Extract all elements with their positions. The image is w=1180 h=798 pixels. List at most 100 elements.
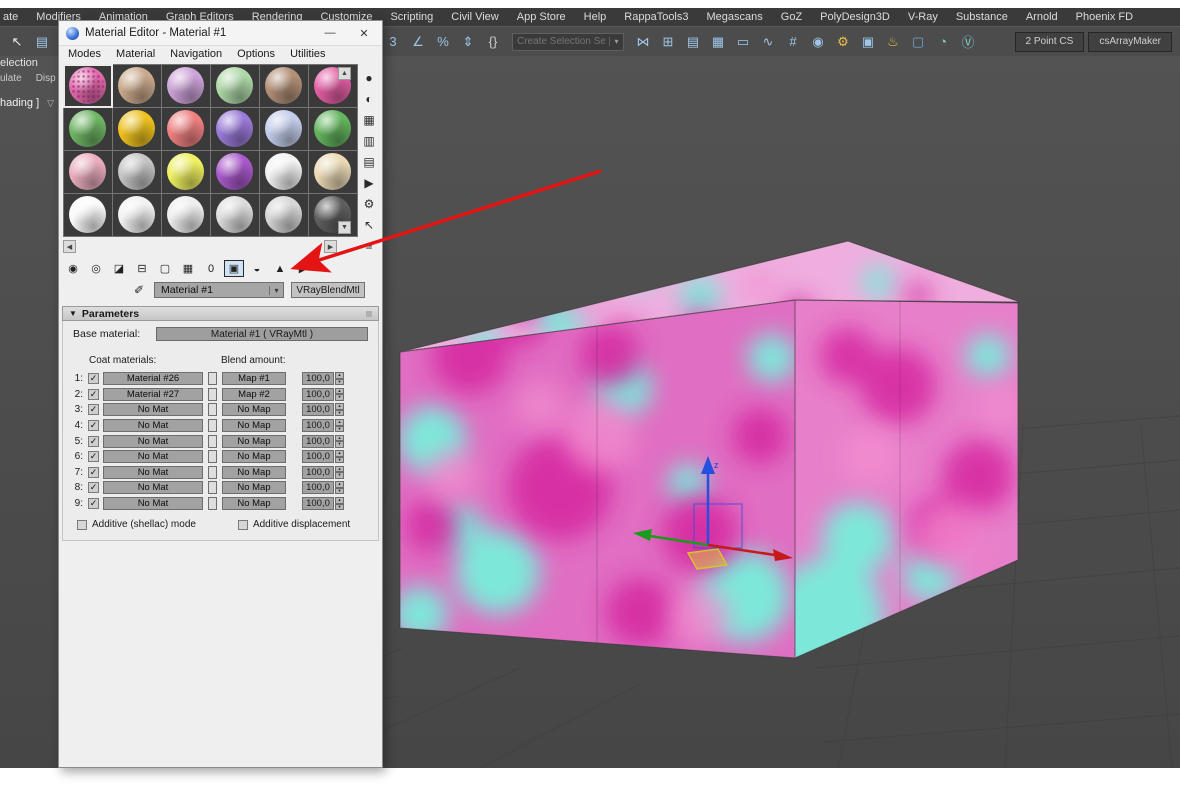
left-panel-tab-fragment-2[interactable]: Disp: [36, 73, 56, 84]
sample-slot-10[interactable]: [211, 108, 259, 150]
sample-slot-21[interactable]: [162, 194, 210, 236]
pick-material-from-object-icon[interactable]: ✐: [131, 283, 147, 297]
coat-color-swatch[interactable]: [208, 450, 217, 463]
sample-slot-2[interactable]: [113, 65, 161, 107]
menu-arnold[interactable]: Arnold: [1017, 11, 1067, 23]
slot-scroll-left-button[interactable]: ◀: [63, 240, 76, 253]
blend-amount-field[interactable]: 100,0▴▾: [302, 372, 344, 385]
curve-editor-icon[interactable]: ∿: [757, 31, 779, 53]
sample-slot-16[interactable]: [211, 151, 259, 193]
material-editor-window[interactable]: Material Editor - Material #1 — ✕ ModesM…: [58, 20, 383, 768]
selection-set-combo[interactable]: ▾: [512, 33, 624, 51]
sample-slot-17[interactable]: [260, 151, 308, 193]
sample-slot-8[interactable]: [113, 108, 161, 150]
blend-amount-spinner[interactable]: ▴▾: [335, 419, 344, 432]
coat-enable-checkbox[interactable]: ✓: [88, 467, 99, 478]
go-to-parent-icon[interactable]: ▲: [270, 260, 290, 277]
make-material-copy-icon[interactable]: ▢: [155, 260, 175, 277]
coat-map-button[interactable]: No Map: [222, 450, 286, 463]
menu-goz[interactable]: GoZ: [772, 11, 811, 23]
rendered-frame-window-icon[interactable]: ▣: [857, 31, 879, 53]
coat-material-button[interactable]: No Mat: [103, 466, 203, 479]
material-editor-titlebar[interactable]: Material Editor - Material #1 — ✕: [59, 21, 382, 46]
spinner-down-icon[interactable]: ▾: [335, 457, 344, 464]
delete-material-icon[interactable]: ⊟: [132, 260, 152, 277]
coat-map-button[interactable]: No Map: [222, 481, 286, 494]
filter-icon[interactable]: ▽: [47, 98, 54, 109]
coat-material-button[interactable]: No Mat: [103, 497, 203, 510]
assign-material-to-selection-icon[interactable]: ◪: [109, 260, 129, 277]
toggle-scene-explorer-icon[interactable]: ▤: [682, 31, 704, 53]
select-by-material-icon[interactable]: ↖: [360, 216, 378, 234]
spinner-down-icon[interactable]: ▾: [335, 488, 344, 495]
make-preview-icon[interactable]: ▶: [360, 174, 378, 192]
menu-v-ray[interactable]: V-Ray: [899, 11, 947, 23]
slot-scroll-up-button[interactable]: ▲: [338, 67, 351, 80]
menu-phoenix-fd[interactable]: Phoenix FD: [1067, 11, 1142, 23]
close-button[interactable]: ✕: [350, 27, 378, 40]
material-name-dropdown-icon[interactable]: ▾: [269, 286, 283, 295]
video-color-check-icon[interactable]: ▤: [360, 153, 378, 171]
coat-color-swatch[interactable]: [208, 481, 217, 494]
blend-amount-field[interactable]: 100,0▴▾: [302, 388, 344, 401]
additive-displacement-checkbox[interactable]: [238, 520, 248, 530]
material-editor-icon[interactable]: ◉: [807, 31, 829, 53]
sample-slot-3[interactable]: [162, 65, 210, 107]
coat-material-button[interactable]: No Mat: [103, 419, 203, 432]
edit-named-selection-sets-icon[interactable]: {}: [482, 31, 504, 53]
show-shaded-material-in-viewport-icon[interactable]: ▣: [224, 260, 244, 277]
sample-slot-22[interactable]: [211, 194, 259, 236]
sample-slot-11[interactable]: [260, 108, 308, 150]
blend-amount-field[interactable]: 100,0▴▾: [302, 403, 344, 416]
mirror-icon[interactable]: ⋈: [632, 31, 654, 53]
spinner-down-icon[interactable]: ▾: [335, 504, 344, 511]
menu-help[interactable]: Help: [575, 11, 616, 23]
material-id-channel-icon[interactable]: 0: [201, 260, 221, 277]
blend-amount-field[interactable]: 100,0▴▾: [302, 419, 344, 432]
get-material-icon[interactable]: ◉: [63, 260, 83, 277]
vray-frame-buffer-icon[interactable]: ◔: [932, 31, 954, 53]
coat-color-swatch[interactable]: [208, 388, 217, 401]
spinner-down-icon[interactable]: ▾: [335, 426, 344, 433]
sample-slot-12[interactable]: [309, 108, 357, 150]
blend-amount-field[interactable]: 100,0▴▾: [302, 450, 344, 463]
blend-amount-field[interactable]: 100,0▴▾: [302, 497, 344, 510]
menu-rappatools3[interactable]: RappaTools3: [615, 11, 697, 23]
material-type-button[interactable]: VRayBlendMtl: [291, 282, 365, 298]
sample-slot-13[interactable]: [64, 151, 112, 193]
me-menu-options[interactable]: Options: [237, 48, 275, 60]
select-object-icon[interactable]: ↖: [6, 31, 28, 53]
toggle-ribbon-icon[interactable]: ▭: [732, 31, 754, 53]
coat-enable-checkbox[interactable]: ✓: [88, 404, 99, 415]
render-production-icon[interactable]: ♨: [882, 31, 904, 53]
menu-civil-view[interactable]: Civil View: [442, 11, 507, 23]
blend-amount-field[interactable]: 100,0▴▾: [302, 481, 344, 494]
spinner-down-icon[interactable]: ▾: [335, 441, 344, 448]
go-forward-to-sibling-icon[interactable]: ▶: [293, 260, 313, 277]
material-name-dropdown[interactable]: Material #1 ▾: [154, 282, 284, 298]
vray-menu-icon[interactable]: Ⓥ: [957, 31, 979, 53]
coat-enable-checkbox[interactable]: ✓: [88, 436, 99, 447]
menu-scripting[interactable]: Scripting: [381, 11, 442, 23]
selection-set-input[interactable]: [513, 36, 609, 47]
blend-amount-spinner[interactable]: ▴▾: [335, 481, 344, 494]
coat-color-swatch[interactable]: [208, 466, 217, 479]
menu-substance[interactable]: Substance: [947, 11, 1017, 23]
coat-map-button[interactable]: No Map: [222, 466, 286, 479]
menu-polydesign3d[interactable]: PolyDesign3D: [811, 11, 899, 23]
me-menu-navigation[interactable]: Navigation: [170, 48, 222, 60]
menu-app-store[interactable]: App Store: [508, 11, 575, 23]
sample-slot-1[interactable]: [64, 65, 112, 107]
coat-material-button[interactable]: No Mat: [103, 403, 203, 416]
blend-amount-field[interactable]: 100,0▴▾: [302, 466, 344, 479]
blend-amount-spinner[interactable]: ▴▾: [335, 450, 344, 463]
coat-color-swatch[interactable]: [208, 372, 217, 385]
sample-slot-23[interactable]: [260, 194, 308, 236]
coat-color-swatch[interactable]: [208, 403, 217, 416]
coat-material-button[interactable]: No Mat: [103, 450, 203, 463]
angle-snap-icon[interactable]: ∠: [407, 31, 429, 53]
coat-enable-checkbox[interactable]: ✓: [88, 373, 99, 384]
viewport-shading-label[interactable]: hading ] ▽: [0, 97, 54, 109]
put-to-library-icon[interactable]: ▦: [178, 260, 198, 277]
base-material-button[interactable]: Material #1 ( VRayMtl ): [156, 327, 368, 341]
